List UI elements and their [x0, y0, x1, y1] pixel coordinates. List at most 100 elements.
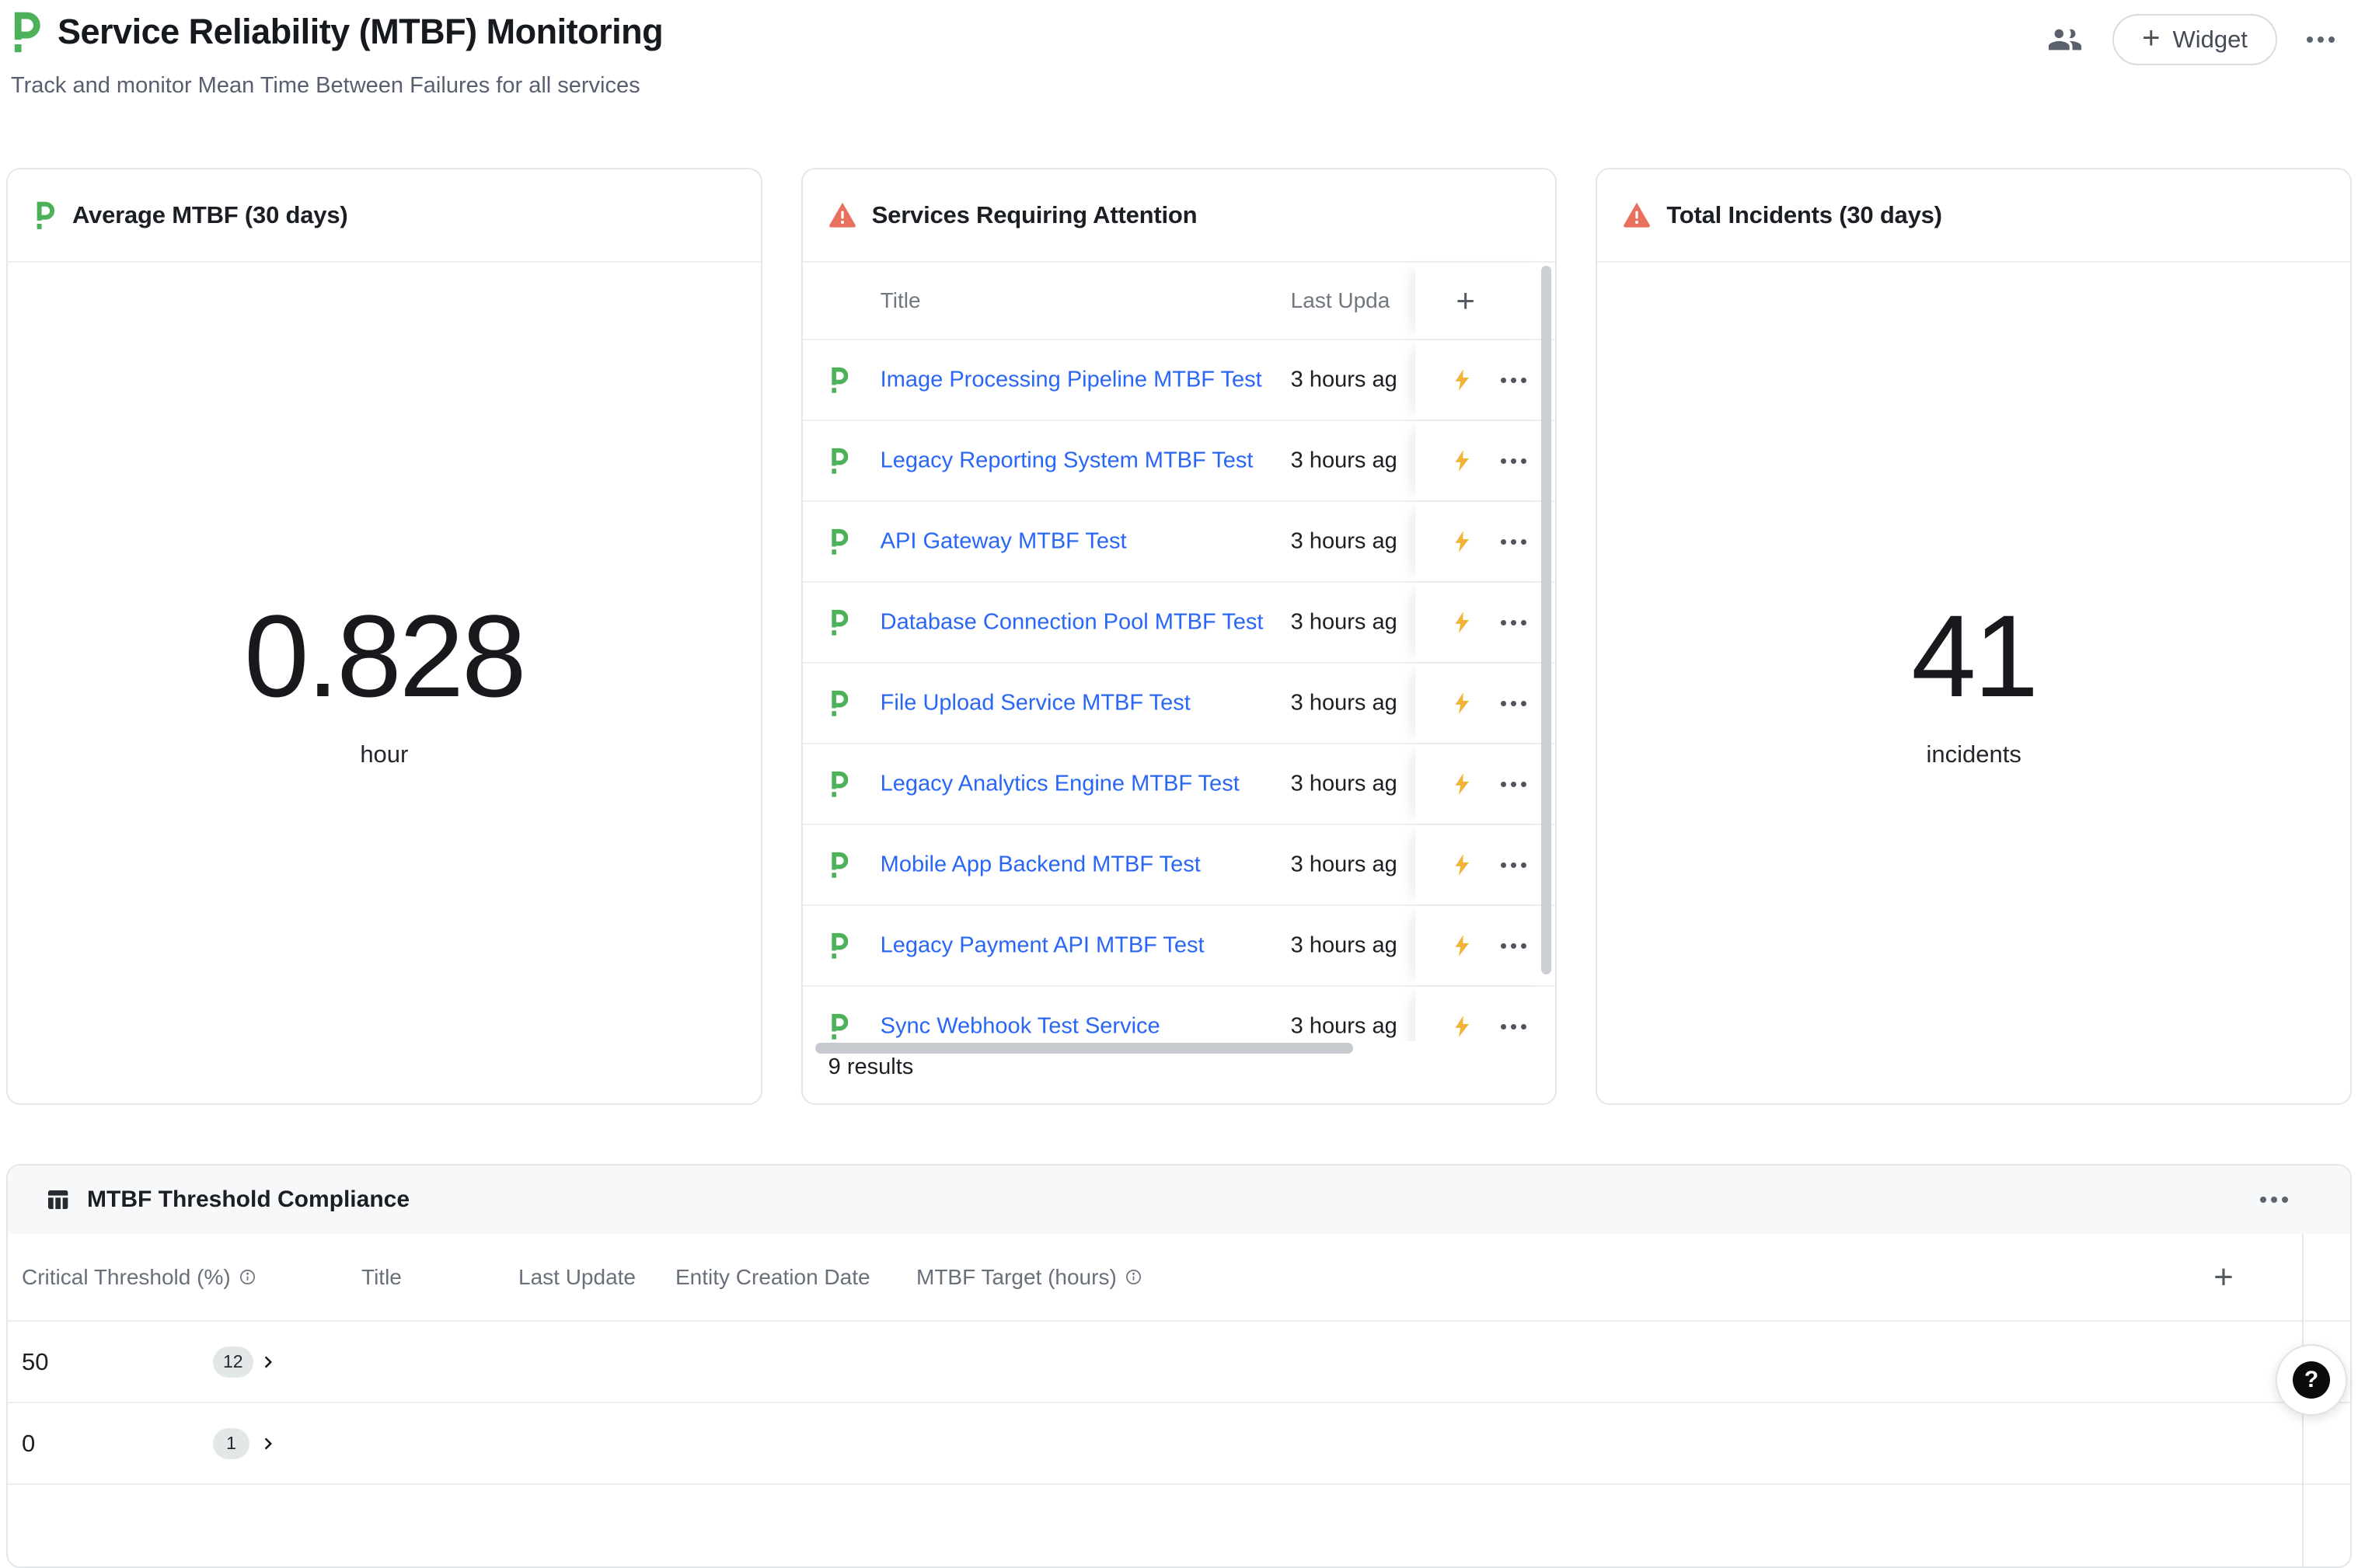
header-actions: + Widget: [2047, 14, 2335, 65]
row-more-menu[interactable]: [1501, 862, 1526, 868]
actions-bolt-icon[interactable]: [1451, 1015, 1474, 1038]
entity-link[interactable]: Image Processing Pipeline MTBF Test: [881, 368, 1262, 393]
port-entity-icon: [828, 690, 850, 717]
avg-mtbf-value: 0.828: [244, 598, 524, 714]
entity-link[interactable]: Database Connection Pool MTBF Test: [881, 610, 1264, 636]
column-header-entity-creation-date[interactable]: Entity Creation Date: [675, 1265, 870, 1290]
table-row: Legacy Payment API MTBF Test 3 hours ag: [803, 906, 1556, 987]
results-count: 9 results: [828, 1054, 914, 1080]
column-header-critical-threshold[interactable]: Critical Threshold (%): [22, 1265, 256, 1290]
last-update-cell: 3 hours ag: [1291, 368, 1397, 393]
column-header-mtbf-target[interactable]: MTBF Target (hours): [916, 1265, 1142, 1290]
add-column-button[interactable]: +: [1456, 284, 1475, 317]
chevron-right-icon[interactable]: [256, 1350, 280, 1374]
table-icon: [45, 1187, 70, 1212]
table-row: Legacy Analytics Engine MTBF Test 3 hour…: [803, 744, 1556, 825]
row-more-menu[interactable]: [1501, 539, 1526, 545]
entity-link[interactable]: File Upload Service MTBF Test: [881, 691, 1191, 716]
info-icon[interactable]: [1125, 1268, 1142, 1286]
stat-body: 41 incidents: [1597, 263, 2350, 1103]
row-actions: [1415, 421, 1555, 500]
row-actions: [1415, 744, 1555, 824]
last-update-cell: 3 hours ag: [1291, 1014, 1397, 1040]
card-services-attention: Services Requiring Attention Title Last …: [801, 168, 1557, 1105]
row-actions: [1415, 825, 1555, 904]
port-entity-icon: [33, 200, 57, 230]
port-entity-icon: [828, 609, 850, 636]
column-header-last-update[interactable]: Last Update: [518, 1265, 636, 1290]
widget-title: MTBF Threshold Compliance: [87, 1186, 410, 1213]
services-table: Title Last Upda + Image Processing Pipel…: [803, 263, 1556, 1103]
entity-link[interactable]: Legacy Reporting System MTBF Test: [881, 448, 1254, 474]
row-more-menu[interactable]: [1501, 782, 1526, 787]
entity-link[interactable]: Mobile App Backend MTBF Test: [881, 852, 1201, 878]
actions-bolt-icon[interactable]: [1451, 853, 1474, 876]
help-button[interactable]: ?: [2276, 1344, 2347, 1416]
row-more-menu[interactable]: [1501, 458, 1526, 464]
cards-row: Average MTBF (30 days) 0.828 hour Servic…: [6, 168, 2352, 1105]
row-actions: [1415, 340, 1555, 420]
row-more-menu[interactable]: [1501, 943, 1526, 949]
widget-header: MTBF Threshold Compliance: [8, 1166, 2350, 1234]
row-more-menu[interactable]: [1501, 620, 1526, 625]
total-incidents-value: 41: [1911, 598, 2036, 714]
share-users-icon[interactable]: [2047, 22, 2083, 57]
row-actions: [1415, 583, 1555, 662]
chevron-right-icon[interactable]: [256, 1432, 280, 1455]
row-more-menu[interactable]: [1501, 1024, 1526, 1030]
last-update-cell: 3 hours ag: [1291, 772, 1397, 797]
ellipsis-icon: [2307, 37, 2335, 43]
row-actions: [1415, 987, 1555, 1041]
entity-link[interactable]: Legacy Analytics Engine MTBF Test: [881, 772, 1240, 797]
table-row: File Upload Service MTBF Test 3 hours ag: [803, 664, 1556, 744]
group-value: 50: [22, 1348, 48, 1376]
page-header: Service Reliability (MTBF) Monitoring Tr…: [0, 0, 2358, 99]
entity-link[interactable]: API Gateway MTBF Test: [881, 529, 1127, 555]
port-entity-icon: [828, 1013, 850, 1040]
actions-bolt-icon[interactable]: [1451, 772, 1474, 796]
add-column-cell: +: [1415, 263, 1555, 339]
add-column-button[interactable]: +: [2150, 1234, 2297, 1320]
actions-bolt-icon[interactable]: [1451, 368, 1474, 392]
page-more-menu-button[interactable]: [2307, 37, 2335, 43]
page-subtitle: Track and monitor Mean Time Between Fail…: [11, 73, 2335, 99]
table-row: Sync Webhook Test Service 3 hours ag: [803, 987, 1556, 1041]
info-icon[interactable]: [239, 1268, 256, 1286]
last-update-cell: 3 hours ag: [1291, 529, 1397, 555]
column-header-title[interactable]: Title: [361, 1265, 402, 1290]
services-table-header: Title Last Upda +: [803, 263, 1556, 340]
table-row: Image Processing Pipeline MTBF Test 3 ho…: [803, 340, 1556, 421]
question-mark-icon: ?: [2293, 1361, 2330, 1399]
last-update-cell: 3 hours ag: [1291, 933, 1397, 959]
port-entity-icon: [828, 932, 850, 960]
avg-mtbf-unit: hour: [360, 740, 408, 768]
warning-icon: [828, 203, 856, 228]
entity-link[interactable]: Legacy Payment API MTBF Test: [881, 933, 1205, 959]
actions-bolt-icon[interactable]: [1451, 692, 1474, 715]
entity-link[interactable]: Sync Webhook Test Service: [881, 1014, 1160, 1040]
group-value: 0: [22, 1430, 35, 1458]
actions-bolt-icon[interactable]: [1451, 449, 1474, 472]
card-title: Total Incidents (30 days): [1666, 201, 1941, 229]
row-actions: [1415, 664, 1555, 743]
row-more-menu[interactable]: [1501, 701, 1526, 706]
actions-bolt-icon[interactable]: [1451, 934, 1474, 957]
column-header-last-update[interactable]: Last Upda: [1291, 288, 1390, 313]
row-more-menu[interactable]: [1501, 378, 1526, 383]
group-count-badge: 1: [213, 1428, 249, 1459]
stat-body: 0.828 hour: [8, 263, 761, 1103]
table-row: API Gateway MTBF Test 3 hours ag: [803, 502, 1556, 583]
add-widget-button[interactable]: + Widget: [2112, 14, 2277, 65]
table-row: Database Connection Pool MTBF Test 3 hou…: [803, 583, 1556, 664]
column-header-title[interactable]: Title: [881, 288, 921, 313]
threshold-table-header: Critical Threshold (%) Title Last Update…: [8, 1234, 2350, 1322]
widget-more-menu[interactable]: [2260, 1197, 2288, 1203]
last-update-cell: 3 hours ag: [1291, 691, 1397, 716]
vertical-scrollbar[interactable]: [1541, 266, 1551, 974]
warning-icon: [1623, 203, 1651, 228]
actions-bolt-icon[interactable]: [1451, 611, 1474, 634]
card-average-mtbf-header: Average MTBF (30 days): [8, 169, 761, 263]
actions-bolt-icon[interactable]: [1451, 530, 1474, 553]
horizontal-scrollbar[interactable]: [815, 1043, 1353, 1054]
last-update-cell: 3 hours ag: [1291, 610, 1397, 636]
